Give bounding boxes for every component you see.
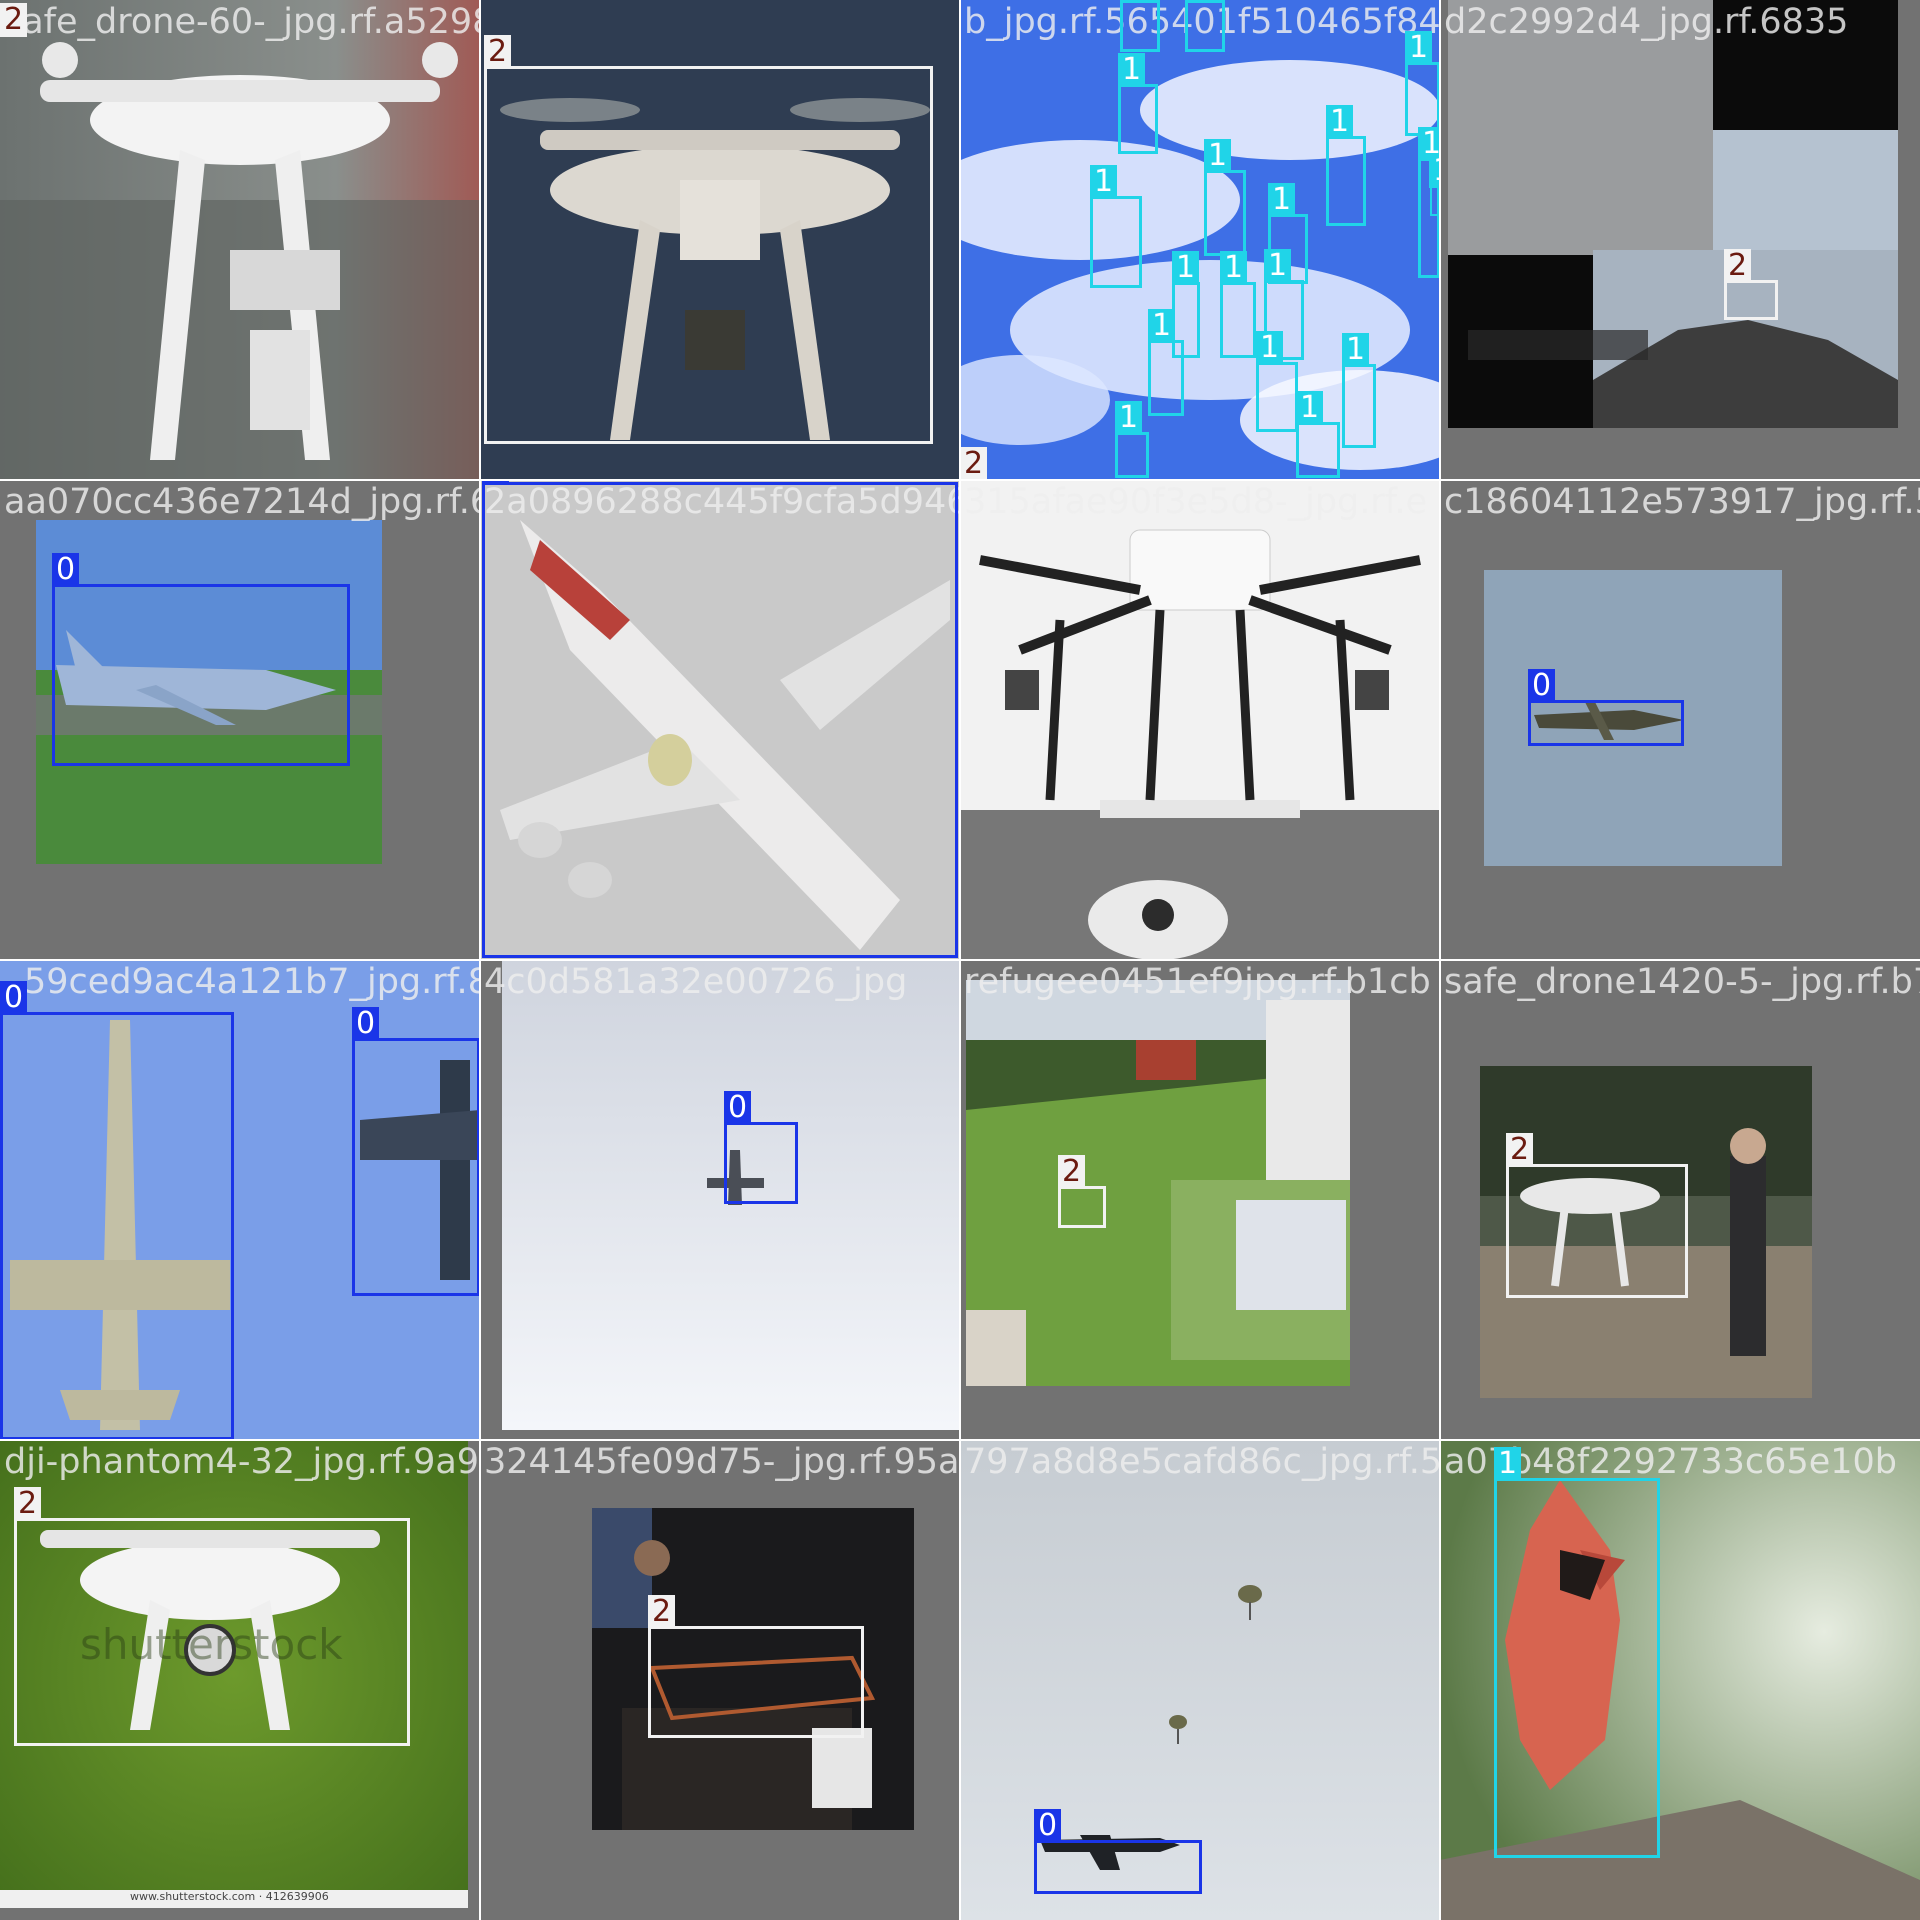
tile-13: shutterstock www.shutterstock.com · 4126…: [0, 1440, 480, 1920]
bbox-label: 2: [484, 35, 512, 69]
bbox-label: 0: [724, 1091, 752, 1125]
bbox-label: 2: [1058, 1155, 1086, 1189]
tile-12: safe_drone1420-5-_jpg.rf.b79b 2: [1440, 960, 1920, 1440]
bbox-label: 1: [1264, 249, 1292, 283]
grid-divider: [0, 1439, 1920, 1441]
bbox-bird: 1: [1185, 0, 1225, 52]
tile-7: 315afae90f3e5d8-_jpg.rf.e: [960, 480, 1440, 960]
bbox-drone: 2: [1058, 1155, 1106, 1228]
bbox-label: 1: [1220, 251, 1248, 285]
bbox-label: 2: [960, 447, 988, 480]
tile-1: safe_drone-60-_jpg.rf.a52984808b1aebe25f…: [0, 0, 480, 480]
bbox-label: 0: [52, 553, 80, 587]
tile-filename: dji-phantom4-32_jpg.rf.9a9e: [4, 1442, 480, 1482]
tile-filename: 797a8d8e5cafd86c_jpg.rf.5f: [964, 1442, 1440, 1482]
tile-4: d2c2992d4_jpg.rf.6835 2: [1440, 0, 1920, 480]
bbox-label: 1: [1172, 251, 1200, 285]
bbox-label: 1: [1296, 391, 1324, 425]
bbox-label: 1: [1115, 401, 1143, 435]
bbox-drone: 2: [648, 1595, 864, 1738]
bbox-label: 1: [1185, 0, 1213, 3]
tile-16: a07b48f2292733c65e10b 1: [1440, 1440, 1920, 1920]
bbox-label: 1: [1256, 331, 1284, 365]
drone-icon: [960, 480, 1440, 960]
bbox-bird: 1: [1494, 1447, 1660, 1858]
tile-filename: 315afae90f3e5d8-_jpg.rf.e: [964, 482, 1428, 522]
tile-filename: safe_drone1420-5-_jpg.rf.b79b: [1444, 962, 1920, 1002]
bbox-label: 2: [1724, 249, 1752, 283]
mosaic-grid: safe_drone-60-_jpg.rf.a52984808b1aebe25f…: [0, 0, 1920, 1920]
bbox-label: 2: [14, 1487, 42, 1521]
bbox-bird: 1: [1256, 331, 1298, 432]
bbox-label: 1: [1342, 333, 1370, 367]
grid-divider: [0, 479, 1920, 481]
bbox-label: 0: [1528, 669, 1556, 703]
tile-filename: 4c0d581a32e00726_jpg: [484, 962, 908, 1002]
bbox-airplane: 0: [1034, 1809, 1202, 1894]
tile-filename: 324145fe09d75-_jpg.rf.95aa: [484, 1442, 960, 1482]
bbox-airplane: 0: [352, 1007, 480, 1296]
tile-3: b_jpg.rf.565401f510465f84adb 1 1 1 1 1 1…: [960, 0, 1440, 480]
tile-15: 797a8d8e5cafd86c_jpg.rf.5f 0: [960, 1440, 1440, 1920]
bbox-bird: 1: [1204, 139, 1246, 256]
bbox-label: 1: [1148, 309, 1176, 343]
shutterstock-url: www.shutterstock.com · 412639906: [130, 1890, 329, 1903]
tile-filename: aa070cc436e7214d_jpg.rf.6: [4, 482, 480, 522]
bbox-drone: 2: [1724, 249, 1778, 320]
bbox-airplane: 0: [0, 981, 234, 1440]
tile-6: 2a0896288c445f9cfa5d9461e 0: [480, 480, 960, 960]
bbox-bird: 1: [1118, 53, 1158, 154]
bbox-label: 1: [1204, 139, 1232, 173]
tile-14: 324145fe09d75-_jpg.rf.95aa 2: [480, 1440, 960, 1920]
tile-filename: d2c2992d4_jpg.rf.6835: [1444, 2, 1849, 42]
bbox-label: 2: [0, 3, 28, 37]
tile-filename: refugee0451ef9jpg.rf.b1cb: [964, 962, 1431, 1002]
tile-filename: c18604112e573917_jpg.rf.5: [1444, 482, 1920, 522]
tile-filename: 59ced9ac4a121b7_jpg.rf.8e: [24, 962, 480, 1002]
bbox-label: 2: [1506, 1133, 1534, 1167]
bbox-airplane: 0: [1528, 669, 1684, 746]
bbox-label: 1: [1118, 53, 1146, 87]
tile-11: refugee0451ef9jpg.rf.b1cb 2: [960, 960, 1440, 1440]
bbox-airplane: 0: [724, 1091, 798, 1204]
tile-5: aa070cc436e7214d_jpg.rf.6 0: [0, 480, 480, 960]
drone-icon: [1448, 0, 1898, 428]
bbox-label: 0: [0, 981, 28, 1015]
bbox-label: 1: [1326, 105, 1354, 139]
bbox-bird: 1: [1405, 31, 1440, 136]
photo: [960, 480, 1440, 960]
grid-divider: [0, 959, 1920, 961]
bbox-drone: 2: [0, 3, 480, 480]
bbox-label: 0: [352, 1007, 380, 1041]
bbox-airplane: 0: [482, 480, 958, 958]
bbox-label: 1: [1494, 1447, 1522, 1481]
bbox-bird: 1: [1090, 165, 1142, 288]
photo: [966, 980, 1350, 1386]
bbox-label: 1: [1120, 0, 1148, 3]
bbox-label: 1: [1090, 165, 1118, 199]
bbox-label: 2: [648, 1595, 676, 1629]
bbox-bird: 1: [1148, 309, 1184, 416]
bbox-airplane: 0: [52, 553, 350, 766]
tile-2: 2: [480, 0, 960, 480]
tile-8: c18604112e573917_jpg.rf.5 0: [1440, 480, 1920, 960]
bbox-label: 1: [1268, 183, 1296, 217]
bbox-bird: 1: [1296, 391, 1340, 478]
bbox-bird: 1: [1115, 401, 1149, 478]
photo: [1448, 0, 1898, 428]
bbox-bird: 1: [1326, 105, 1366, 226]
tile-9: 59ced9ac4a121b7_jpg.rf.8e 0 0: [0, 960, 480, 1440]
bbox-label: 1: [1405, 31, 1433, 65]
bbox-drone: 2: [484, 35, 933, 444]
bbox-drone: 2: [1506, 1133, 1688, 1298]
bbox-bird: 1: [1342, 333, 1376, 448]
bbox-drone: 2: [14, 1487, 410, 1746]
bbox-label: 0: [1034, 1809, 1062, 1843]
bbox-bird: 1: [1120, 0, 1160, 52]
bbox-bird: 1: [1220, 251, 1256, 358]
drone-icon: [966, 980, 1350, 1386]
tile-10: 4c0d581a32e00726_jpg 0: [480, 960, 960, 1440]
